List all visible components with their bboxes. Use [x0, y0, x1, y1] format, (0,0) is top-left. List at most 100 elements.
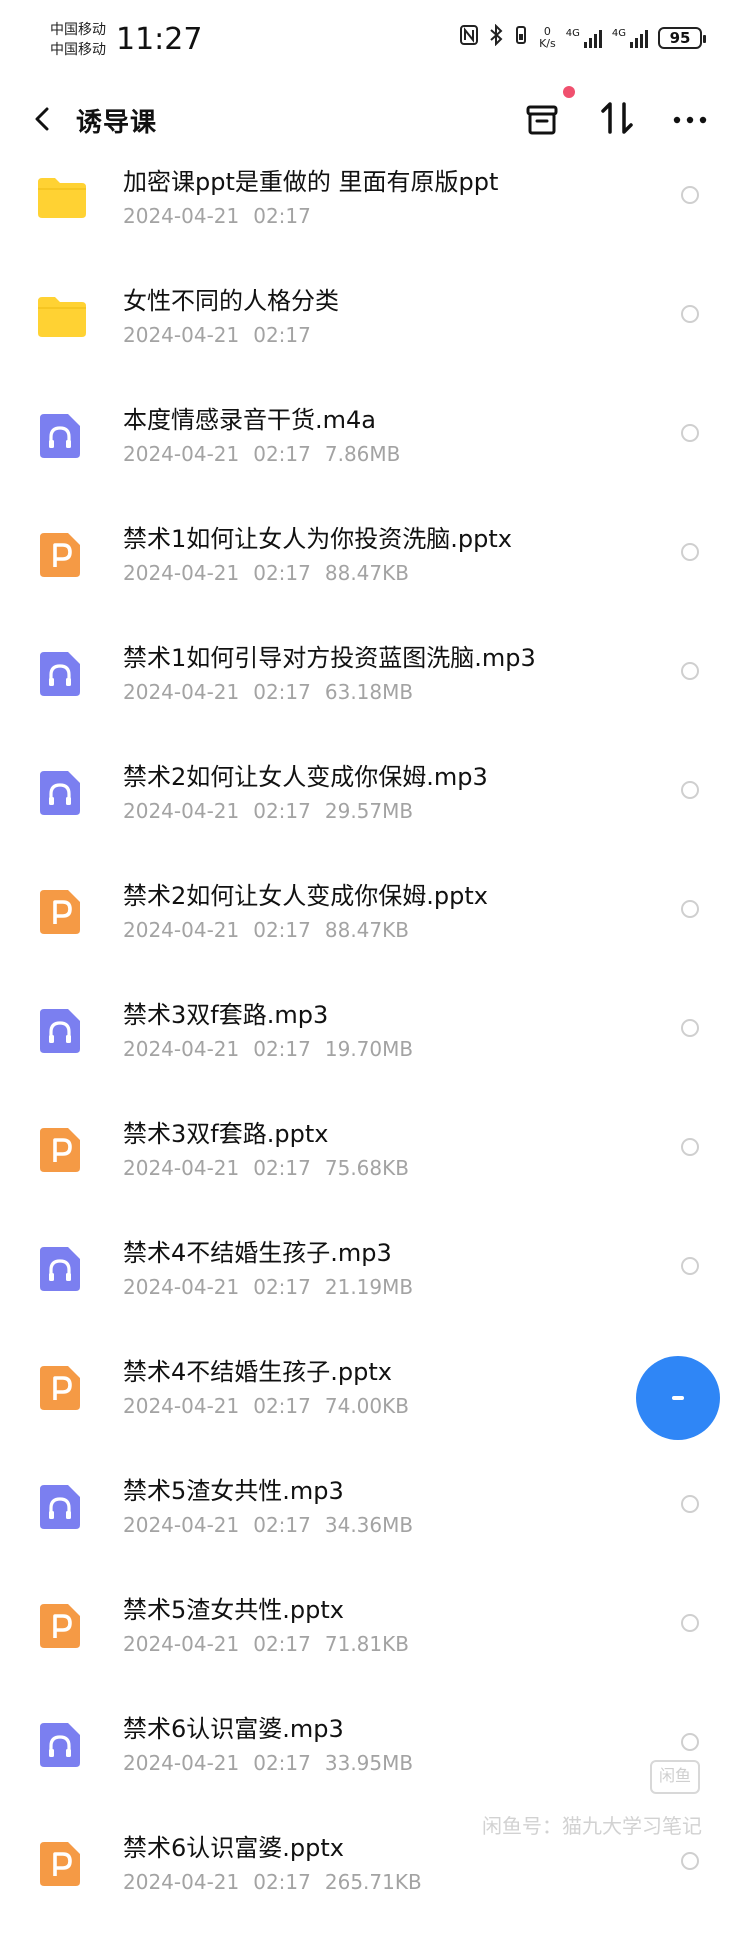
signal-1-icon: 4G — [566, 28, 602, 48]
file-time: 02:17 — [253, 561, 311, 585]
file-date: 2024-04-21 — [123, 918, 240, 942]
more-button[interactable] — [670, 102, 710, 138]
file-row[interactable]: 禁术1如何引导对方投资蓝图洗脑.mp3 2024-04-21 02:17 63.18M… — [0, 628, 742, 747]
file-size: 29.57MB — [324, 799, 414, 823]
file-name: 禁术3双f套路.mp3 — [123, 1001, 329, 1029]
file-time: 02:17 — [253, 323, 311, 347]
file-meta: 2024-04-21 02:17 — [123, 323, 311, 347]
file-meta: 2024-04-21 02:17 19.70MB — [123, 1037, 413, 1061]
back-button[interactable] — [28, 104, 58, 134]
select-radio[interactable] — [681, 662, 699, 680]
file-meta: 2024-04-21 02:17 7.86MB — [123, 442, 400, 466]
file-row[interactable]: 禁术2如何让女人变成你保姆.mp3 2024-04-21 02:17 29.57MB — [0, 747, 742, 866]
folder-icon — [36, 172, 88, 224]
file-time: 02:17 — [253, 1037, 311, 1061]
net-speed-unit: K/s — [539, 36, 556, 50]
file-time: 02:17 — [253, 1394, 311, 1418]
ppt-file-icon — [36, 1362, 88, 1414]
file-time: 02:17 — [253, 1513, 311, 1537]
watermark-badge: 闲鱼 — [650, 1760, 700, 1794]
audio-file-icon — [36, 410, 88, 462]
select-radio[interactable] — [681, 1733, 699, 1751]
select-radio[interactable] — [681, 424, 699, 442]
select-radio[interactable] — [681, 1138, 699, 1156]
back-arrow-icon — [35, 107, 49, 131]
file-row[interactable]: 禁术5渣女共性.pptx 2024-04-21 02:17 71.81KB — [0, 1580, 742, 1699]
file-date: 2024-04-21 — [123, 204, 240, 228]
archive-box-icon — [526, 105, 558, 135]
select-radio[interactable] — [681, 900, 699, 918]
status-bar: 中国移动 中国移动 11:27 0 K/s 4G 4G 95 — [0, 0, 742, 80]
more-dots-icon — [673, 116, 707, 124]
carrier-1: 中国移动 — [50, 22, 106, 38]
file-meta: 2024-04-21 02:17 88.47KB — [123, 561, 409, 585]
file-name: 禁术3双f套路.pptx — [123, 1120, 329, 1148]
select-radio[interactable] — [681, 186, 699, 204]
notification-dot — [563, 86, 575, 98]
file-date: 2024-04-21 — [123, 1037, 240, 1061]
select-radio[interactable] — [681, 781, 699, 799]
audio-file-icon — [36, 1243, 88, 1295]
select-radio[interactable] — [681, 543, 699, 561]
file-time: 02:17 — [253, 1870, 311, 1894]
archive-button[interactable] — [524, 102, 560, 138]
file-name: 禁术5渣女共性.mp3 — [123, 1477, 344, 1505]
file-date: 2024-04-21 — [123, 1632, 240, 1656]
file-time: 02:17 — [253, 1156, 311, 1180]
file-date: 2024-04-21 — [123, 1394, 240, 1418]
file-row[interactable]: 加密课ppt是重做的 里面有原版ppt 2024-04-21 02:17 — [0, 152, 742, 271]
select-radio[interactable] — [681, 305, 699, 323]
file-row[interactable]: 禁术4不结婚生孩子.mp3 2024-04-21 02:17 21.19MB — [0, 1223, 742, 1342]
file-meta: 2024-04-21 02:17 33.95MB — [123, 1751, 413, 1775]
select-radio[interactable] — [681, 1614, 699, 1632]
file-row[interactable]: 禁术5渣女共性.mp3 2024-04-21 02:17 34.36MB — [0, 1461, 742, 1580]
file-meta: 2024-04-21 02:17 34.36MB — [123, 1513, 413, 1537]
file-meta: 2024-04-21 02:17 63.18MB — [123, 680, 413, 704]
select-radio[interactable] — [681, 1257, 699, 1275]
status-icons: 0 K/s 4G 4G 95 — [459, 23, 706, 51]
file-size: 34.36MB — [324, 1513, 414, 1537]
file-date: 2024-04-21 — [123, 1513, 240, 1537]
file-name: 禁术6认识富婆.mp3 — [123, 1715, 344, 1743]
file-row[interactable]: 禁术2如何让女人变成你保姆.pptx 2024-04-21 02:17 88.47KB — [0, 866, 742, 985]
file-row[interactable]: 禁术3双f套路.pptx 2024-04-21 02:17 75.68KB — [0, 1104, 742, 1223]
audio-file-icon — [36, 1481, 88, 1533]
file-row[interactable]: 本度情感录音干货.m4a 2024-04-21 02:17 7.86MB — [0, 390, 742, 509]
ppt-file-icon — [36, 1838, 88, 1890]
file-date: 2024-04-21 — [123, 442, 240, 466]
sort-button[interactable] — [598, 98, 636, 138]
file-name: 禁术5渣女共性.pptx — [123, 1596, 344, 1624]
file-date: 2024-04-21 — [123, 1751, 240, 1775]
add-fab-button[interactable] — [636, 1356, 720, 1440]
file-name: 禁术4不结婚生孩子.mp3 — [123, 1239, 392, 1267]
file-date: 2024-04-21 — [123, 561, 240, 585]
audio-file-icon — [36, 1005, 88, 1057]
file-row[interactable]: 禁术4不结婚生孩子.pptx 2024-04-21 02:17 74.00KB — [0, 1342, 742, 1461]
carrier-2: 中国移动 — [50, 42, 106, 58]
file-row[interactable]: 女性不同的人格分类 2024-04-21 02:17 — [0, 271, 742, 390]
file-size: 33.95MB — [324, 1751, 414, 1775]
file-time: 02:17 — [253, 204, 311, 228]
watermark-text: 闲鱼号：猫九大学习笔记 — [482, 1814, 702, 1838]
battery-icon: 95 — [658, 26, 706, 49]
file-size: 7.86MB — [324, 442, 401, 466]
file-size: 21.19MB — [324, 1275, 414, 1299]
file-time: 02:17 — [253, 680, 311, 704]
file-name: 禁术2如何让女人变成你保姆.pptx — [123, 882, 488, 910]
ppt-file-icon — [36, 886, 88, 938]
select-radio[interactable] — [681, 1495, 699, 1513]
vibrate-icon — [513, 24, 529, 51]
file-name: 禁术6认识富婆.pptx — [123, 1834, 344, 1862]
page-title: 诱导课 — [76, 108, 158, 138]
file-row[interactable]: 禁术1如何让女人为你投资洗脑.pptx 2024-04-21 02:17 88.47K… — [0, 509, 742, 628]
file-meta: 2024-04-21 02:17 88.47KB — [123, 918, 409, 942]
file-name: 加密课ppt是重做的 里面有原版ppt — [123, 168, 499, 196]
select-radio[interactable] — [681, 1019, 699, 1037]
file-size: 265.71KB — [324, 1870, 422, 1894]
watermark: 闲鱼 闲鱼号：猫九大学习笔记 — [480, 1760, 740, 1920]
app-bar: 诱导课 — [0, 80, 742, 160]
folder-icon — [36, 291, 88, 343]
ppt-file-icon — [36, 529, 88, 581]
file-name: 禁术1如何引导对方投资蓝图洗脑.mp3 — [123, 644, 536, 672]
file-row[interactable]: 禁术3双f套路.mp3 2024-04-21 02:17 19.70MB — [0, 985, 742, 1104]
